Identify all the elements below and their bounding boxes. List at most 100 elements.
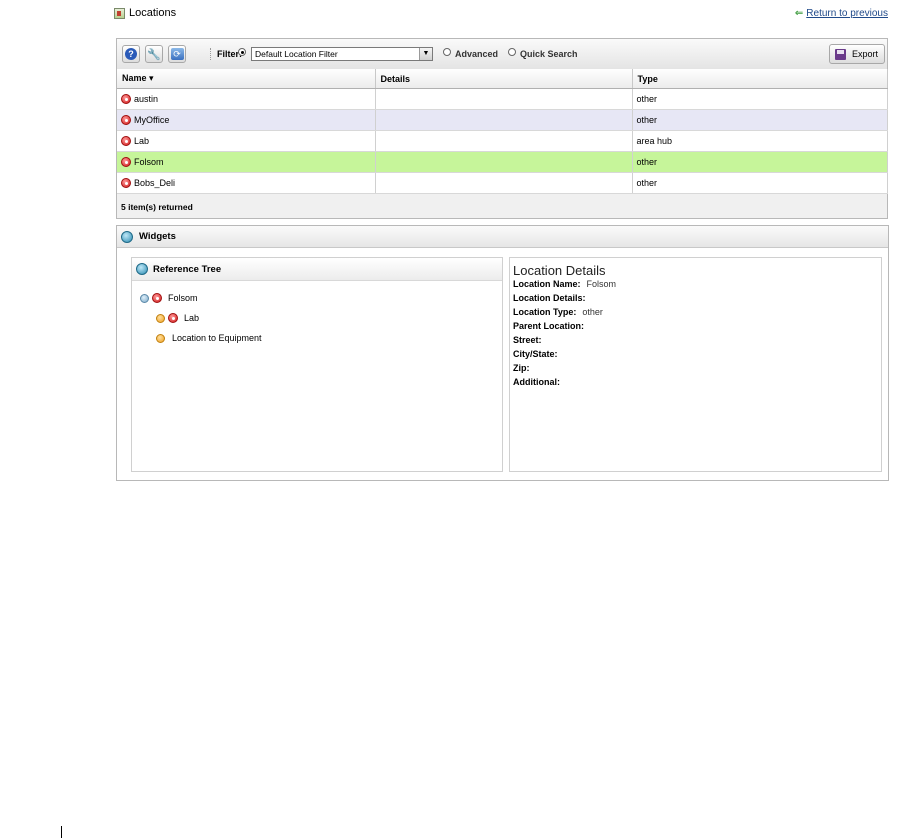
quick-search-label[interactable]: Quick Search (520, 49, 578, 59)
widgets-panel: Widgets Reference Tree Folsom Lab Locati… (116, 225, 889, 481)
collapse-icon[interactable] (121, 230, 133, 243)
detail-row: Location Details: (513, 293, 592, 303)
detail-label: Zip: (513, 363, 530, 373)
detail-value: other (582, 307, 603, 317)
location-details-widget: Location Details Location Name: Folsom Lo… (509, 257, 882, 472)
column-header-type[interactable]: Type (632, 69, 888, 89)
location-icon (121, 115, 131, 126)
tree-node-folsom[interactable]: Folsom (140, 293, 198, 303)
settings-button[interactable]: 🔧 (145, 45, 163, 63)
column-header-details[interactable]: Details (375, 69, 633, 89)
location-icon (168, 313, 178, 323)
widgets-header[interactable]: Widgets (117, 226, 888, 248)
quick-search-radio[interactable] (508, 48, 516, 56)
help-icon: ? (125, 48, 137, 60)
filter-radio[interactable] (238, 48, 246, 56)
name-cell-text: Bobs_Deli (134, 177, 176, 188)
table-row[interactable]: austin other (117, 88, 888, 110)
detail-label: Location Details: (513, 293, 586, 303)
advanced-label[interactable]: Advanced (455, 49, 498, 59)
widgets-title: Widgets (139, 231, 176, 242)
type-cell[interactable]: other (632, 151, 888, 173)
details-cell[interactable] (375, 172, 633, 194)
reference-tree-widget: Reference Tree Folsom Lab Location to Eq… (131, 257, 503, 472)
type-cell[interactable]: other (632, 172, 888, 194)
return-link-label[interactable]: Return to previous (806, 8, 888, 19)
detail-row: City/State: (513, 349, 564, 359)
expand-node-icon[interactable] (156, 333, 165, 343)
detail-label: Street: (513, 335, 542, 345)
tree-node-location-to-equipment[interactable]: Location to Equipment (156, 333, 262, 343)
tree-node-lab[interactable]: Lab (156, 313, 199, 323)
details-cell[interactable] (375, 88, 633, 110)
export-label: Export (852, 49, 879, 59)
refresh-icon: ⟳ (170, 48, 184, 60)
type-cell[interactable]: other (632, 88, 888, 110)
detail-row: Location Name: Folsom (513, 279, 616, 289)
table-row-selected[interactable]: Folsom other (117, 151, 888, 173)
detail-label: Additional: (513, 377, 560, 387)
wrench-icon: 🔧 (147, 48, 161, 61)
return-to-previous-link[interactable]: ⇐ Return to previous (795, 8, 888, 19)
table-header-row: Name ▾ Details Type (117, 69, 888, 89)
expand-node-icon[interactable] (156, 313, 165, 323)
collapse-node-icon[interactable] (140, 293, 149, 303)
location-icon (152, 293, 162, 303)
collapse-icon[interactable] (136, 263, 148, 275)
detail-row: Additional: (513, 377, 566, 387)
back-arrow-icon: ⇐ (794, 8, 804, 19)
name-cell[interactable]: Bobs_Deli (117, 172, 376, 194)
save-icon (835, 48, 846, 60)
type-cell[interactable]: other (632, 109, 888, 131)
locations-table: Name ▾ Details Type austin other MyOffic… (117, 69, 888, 194)
type-cell[interactable]: area hub (632, 130, 888, 152)
detail-row: Parent Location: (513, 321, 590, 331)
grid-toolbar: ? 🔧 ⟳ Filter: Default Location Filter ▼ … (117, 39, 887, 70)
chevron-down-icon[interactable]: ▼ (419, 48, 432, 60)
column-header-name[interactable]: Name ▾ (117, 69, 376, 89)
tree-node-label: Folsom (168, 293, 198, 303)
table-row[interactable]: Bobs_Deli other (117, 172, 888, 194)
filter-select-value: Default Location Filter (255, 49, 338, 59)
items-returned-status: 5 item(s) returned (121, 202, 193, 212)
export-button[interactable]: Export (829, 44, 885, 64)
name-cell-text: Lab (134, 135, 150, 146)
tree-node-label: Lab (184, 313, 200, 323)
reference-tree-title: Reference Tree (153, 263, 222, 275)
table-row[interactable]: MyOffice other (117, 109, 888, 131)
details-cell[interactable] (375, 151, 633, 173)
text-cursor (61, 826, 62, 838)
locations-icon (114, 7, 125, 19)
page-title: Locations (114, 7, 176, 19)
name-cell[interactable]: Folsom (117, 151, 376, 173)
advanced-radio[interactable] (443, 48, 451, 56)
name-cell[interactable]: austin (117, 88, 376, 110)
toolbar-separator (210, 48, 213, 60)
tree-node-label: Location to Equipment (172, 333, 262, 343)
name-cell-text: austin (134, 93, 159, 104)
detail-row: Street: (513, 335, 548, 345)
name-cell[interactable]: Lab (117, 130, 376, 152)
page-title-label: Locations (129, 7, 177, 19)
name-cell-text: Folsom (134, 156, 164, 167)
location-icon (121, 178, 131, 189)
locations-grid-panel: ? 🔧 ⟳ Filter: Default Location Filter ▼ … (116, 38, 888, 219)
location-icon (121, 157, 131, 168)
refresh-button[interactable]: ⟳ (168, 45, 186, 63)
filter-select[interactable]: Default Location Filter ▼ (251, 47, 433, 61)
location-icon (121, 94, 131, 105)
reference-tree-header[interactable]: Reference Tree (132, 258, 502, 281)
name-cell[interactable]: MyOffice (117, 109, 376, 131)
detail-row: Location Type: other (513, 307, 603, 317)
table-row[interactable]: Lab area hub (117, 130, 888, 152)
help-button[interactable]: ? (122, 45, 140, 63)
detail-label: City/State: (513, 349, 558, 359)
details-cell[interactable] (375, 130, 633, 152)
detail-label: Parent Location: (513, 321, 585, 331)
location-icon (121, 136, 131, 147)
detail-label: Location Type: (513, 307, 577, 317)
location-details-title: Location Details (513, 263, 606, 278)
details-cell[interactable] (375, 109, 633, 131)
detail-value: Folsom (586, 279, 617, 289)
detail-row: Zip: (513, 363, 536, 373)
